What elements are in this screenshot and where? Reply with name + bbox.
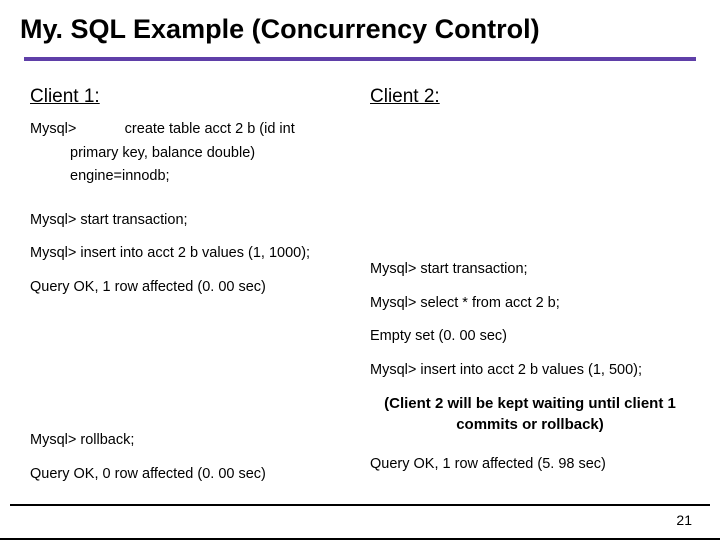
- spacer: [30, 268, 350, 278]
- client1-create-line3: engine=innodb;: [30, 167, 350, 187]
- spacer: [370, 220, 690, 240]
- client1-create-line1: Mysql> create table acct 2 b (id int: [30, 120, 350, 140]
- client2-heading: Client 2:: [370, 86, 690, 108]
- spacer: [370, 351, 690, 361]
- slide-number: 21: [676, 512, 692, 528]
- client2-query-ok: Query OK, 1 row affected (5. 98 sec): [370, 455, 690, 475]
- bottom-rule: [10, 504, 710, 506]
- client1-query-ok1: Query OK, 1 row affected (0. 00 sec): [30, 278, 350, 298]
- client1-heading: Client 1:: [30, 86, 350, 108]
- client2-column: Client 2: Mysql> start transaction; Mysq…: [370, 86, 690, 502]
- client1-create-line2: primary key, balance double): [30, 144, 350, 164]
- slide-title: My. SQL Example (Concurrency Control): [20, 14, 700, 45]
- client2-start-tx: Mysql> start transaction;: [370, 260, 690, 280]
- slide: My. SQL Example (Concurrency Control) Cl…: [0, 0, 720, 540]
- client1-start-tx: Mysql> start transaction;: [30, 211, 350, 231]
- spacer: [370, 317, 690, 327]
- spacer: [30, 301, 350, 431]
- client1-rollback: Mysql> rollback;: [30, 431, 350, 451]
- client1-query-ok2: Query OK, 0 row affected (0. 00 sec): [30, 465, 350, 485]
- spacer: [30, 455, 350, 465]
- client2-insert: Mysql> insert into acct 2 b values (1, 5…: [370, 361, 690, 381]
- client2-empty-set: Empty set (0. 00 sec): [370, 327, 690, 347]
- client2-select: Mysql> select * from acct 2 b;: [370, 294, 690, 314]
- client2-wait-note: (Client 2 will be kept waiting until cli…: [370, 394, 690, 435]
- spacer: [370, 284, 690, 294]
- spacer: [370, 240, 690, 260]
- slide-body: Client 1: Mysql> create table acct 2 b (…: [30, 86, 690, 502]
- spacer: [370, 120, 690, 200]
- spacer: [370, 200, 690, 220]
- spacer: [370, 384, 690, 394]
- client1-insert: Mysql> insert into acct 2 b values (1, 1…: [30, 244, 350, 264]
- spacer: [370, 435, 690, 455]
- title-wrap: My. SQL Example (Concurrency Control): [0, 0, 720, 51]
- spacer: [30, 234, 350, 244]
- spacer: [30, 191, 350, 211]
- title-rule: [24, 57, 696, 61]
- client1-column: Client 1: Mysql> create table acct 2 b (…: [30, 86, 350, 502]
